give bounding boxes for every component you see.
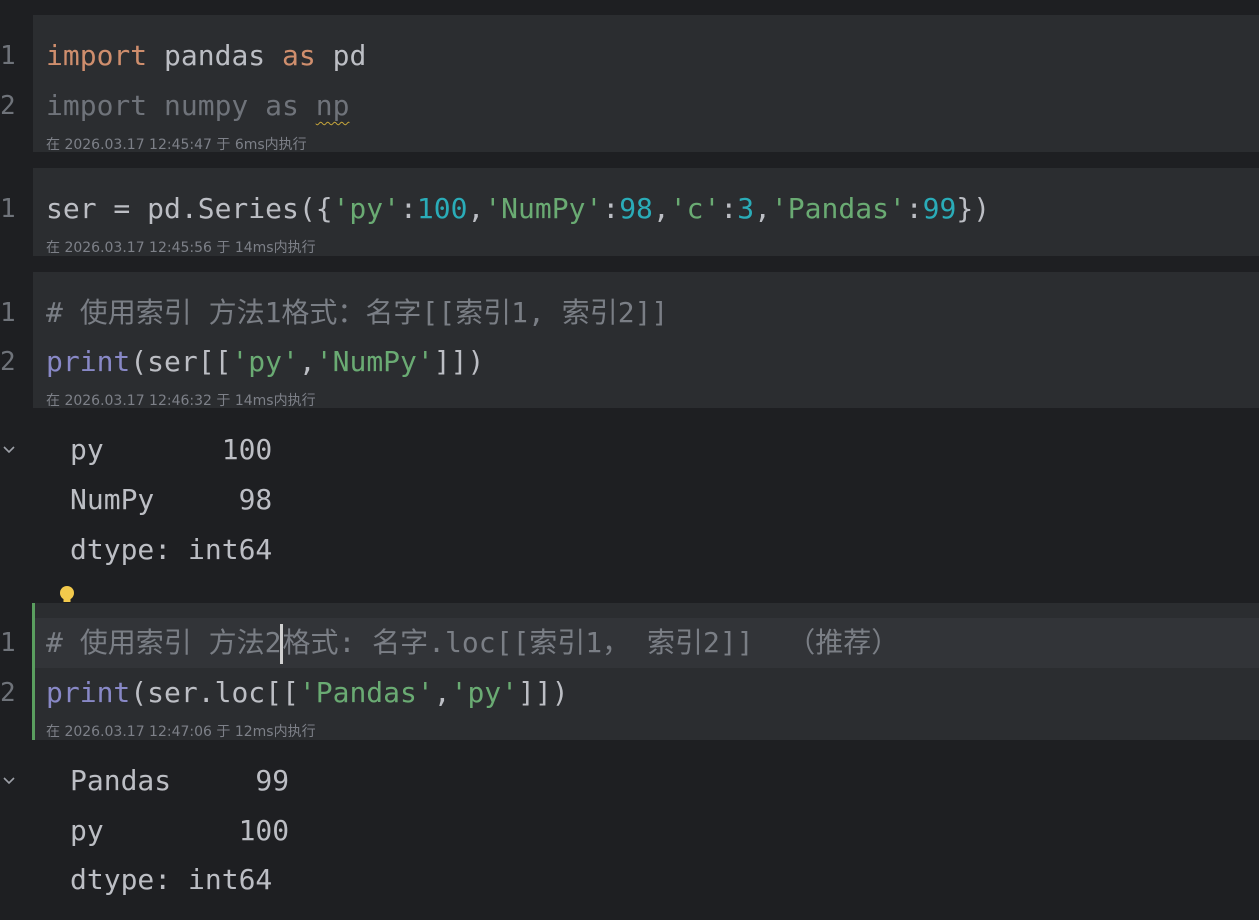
code-token: ]]) bbox=[433, 345, 485, 378]
code-token: (ser[[ bbox=[130, 345, 232, 378]
code-token: , bbox=[652, 192, 670, 225]
code-token: print bbox=[46, 676, 131, 709]
code-token: 3 bbox=[737, 192, 755, 225]
code-token: np bbox=[315, 89, 350, 122]
code-token: 'NumPy' bbox=[315, 345, 434, 378]
code-token: pd bbox=[315, 39, 367, 72]
code-line[interactable]: # 使用索引 方法1格式：名字[[索引1, 索引2]] bbox=[46, 288, 668, 338]
code-token: 'Pandas' bbox=[770, 192, 906, 225]
execution-info: 在 2026.03.17 12:45:56 于 14ms内执行 bbox=[46, 240, 316, 256]
code-cell-3[interactable]: # 使用索引 方法1格式：名字[[索引1, 索引2]] print(ser[['… bbox=[33, 272, 1259, 409]
code-token: ser = pd.Series({ bbox=[46, 192, 333, 225]
code-token: 100 bbox=[416, 192, 468, 225]
output-line: dtype: int64 bbox=[70, 863, 273, 896]
output-line: NumPy 98 bbox=[70, 483, 273, 516]
line-number: 2 bbox=[0, 678, 16, 708]
output-line: Pandas 99 bbox=[70, 764, 290, 797]
execution-info: 在 2026.03.17 12:45:47 于 6ms内执行 bbox=[46, 137, 307, 153]
code-token: pandas bbox=[147, 39, 283, 72]
code-token: , bbox=[298, 345, 316, 378]
code-token: 格式: 名字.loc[[索引1， 索引2]] （推荐） bbox=[282, 626, 900, 659]
code-token: # 使用索引 方法2 bbox=[46, 626, 282, 659]
code-token: 'py' bbox=[231, 345, 299, 378]
code-token: 'py' bbox=[450, 676, 519, 709]
chevron-down-icon[interactable] bbox=[2, 443, 16, 457]
line-number: 1 bbox=[0, 628, 16, 658]
code-line[interactable]: print(ser.loc[['Pandas','py']]) bbox=[46, 668, 569, 718]
chevron-down-icon[interactable] bbox=[2, 774, 16, 788]
line-number: 1 bbox=[0, 298, 16, 328]
code-cell-1[interactable]: import pandas as pd import numpy as np 在… bbox=[33, 15, 1259, 153]
code-token: ]]) bbox=[518, 676, 569, 709]
code-line[interactable]: import numpy as np bbox=[46, 81, 349, 131]
line-number: 1 bbox=[0, 194, 16, 224]
code-token: : bbox=[400, 192, 417, 225]
output-line: py 100 bbox=[70, 433, 273, 466]
code-token: 'NumPy' bbox=[484, 192, 603, 225]
code-token: print bbox=[46, 345, 131, 378]
code-token: 99 bbox=[922, 192, 957, 225]
code-line[interactable]: # 使用索引 方法2格式: 名字.loc[[索引1， 索引2]] （推荐） bbox=[46, 618, 899, 668]
execution-info: 在 2026.03.17 12:46:32 于 14ms内执行 bbox=[46, 393, 316, 409]
code-token: }) bbox=[956, 192, 991, 225]
output-line: dtype: int64 bbox=[70, 533, 273, 566]
code-line[interactable]: ser = pd.Series({'py':100,'NumPy':98,'c'… bbox=[46, 184, 990, 234]
code-token: import numpy as bbox=[46, 89, 316, 122]
code-token: 'Pandas' bbox=[298, 676, 434, 709]
output-line: py 100 bbox=[70, 814, 290, 847]
code-token: , bbox=[754, 192, 771, 225]
code-token: : bbox=[720, 192, 738, 225]
code-token: : bbox=[905, 192, 923, 225]
code-token: , bbox=[467, 192, 485, 225]
code-line[interactable]: print(ser[['py','NumPy']]) bbox=[46, 337, 484, 387]
code-token: # 使用索引 方法1格式：名字[[索引1, 索引2]] bbox=[46, 296, 669, 329]
code-token: 98 bbox=[619, 192, 653, 225]
line-number: 2 bbox=[0, 347, 16, 377]
code-token: import bbox=[46, 39, 148, 72]
code-token: 'c' bbox=[669, 192, 721, 225]
code-token: 'py' bbox=[332, 192, 401, 225]
code-token: : bbox=[602, 192, 620, 225]
line-number: 2 bbox=[0, 91, 16, 121]
code-token: (ser.loc[[ bbox=[130, 676, 299, 709]
code-token: as bbox=[282, 39, 316, 72]
execution-info: 在 2026.03.17 12:47:06 于 12ms内执行 bbox=[46, 724, 316, 740]
code-token: , bbox=[433, 676, 451, 709]
code-line[interactable]: import pandas as pd bbox=[46, 31, 366, 81]
line-number: 1 bbox=[0, 41, 16, 71]
code-cell-2[interactable]: ser = pd.Series({'py':100,'NumPy':98,'c'… bbox=[33, 168, 1259, 256]
